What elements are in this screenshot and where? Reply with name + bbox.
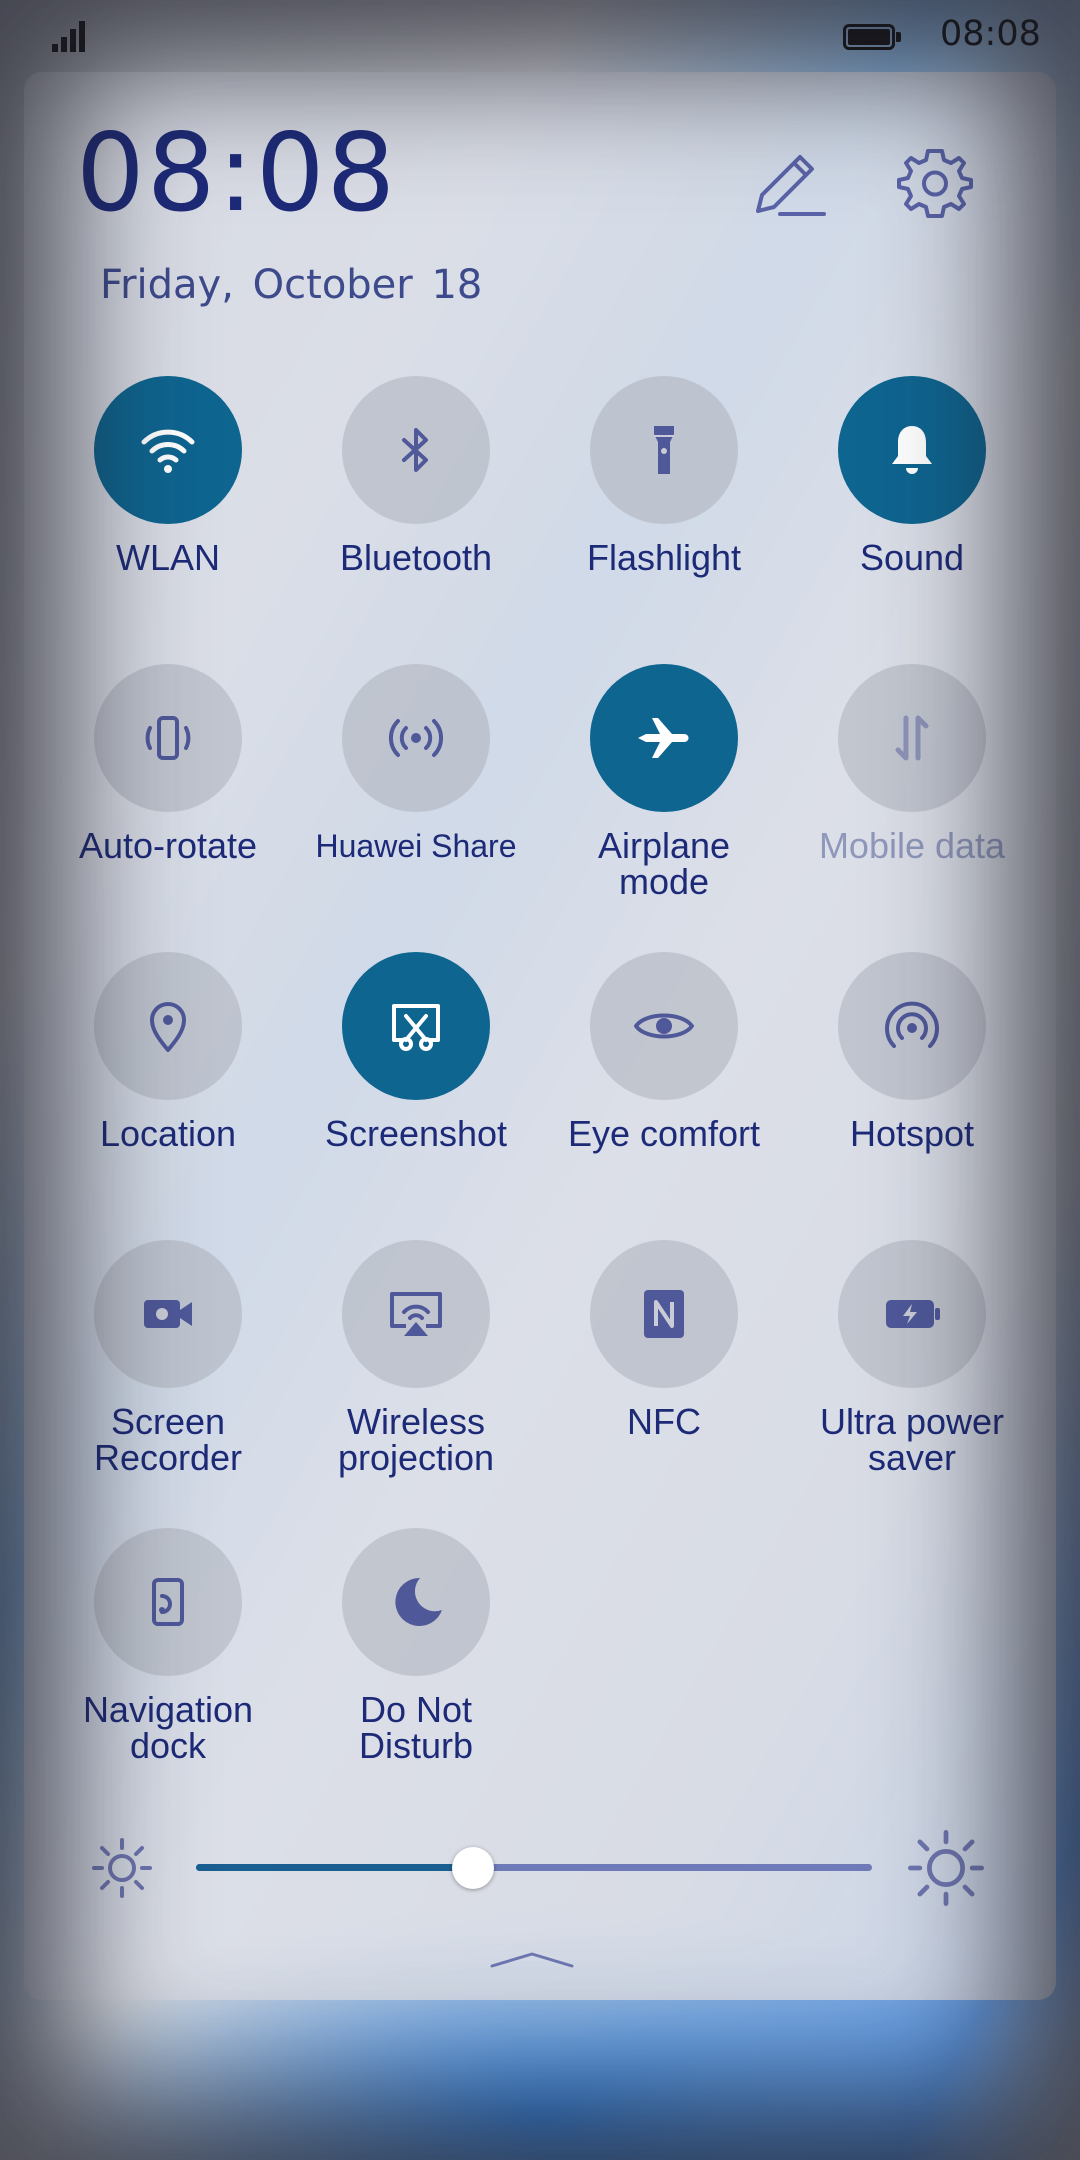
gear-icon: [897, 149, 973, 218]
tile-hotspot-button[interactable]: [838, 952, 986, 1100]
flashlight-icon: [654, 426, 674, 474]
tile-wireless-projection-button[interactable]: [342, 1240, 490, 1388]
projection-icon: [390, 1292, 442, 1336]
mobile-data-icon: [895, 715, 929, 761]
brightness-slider-thumb[interactable]: [452, 1847, 495, 1889]
tile-do-not-disturb[interactable]: Do Not Disturb: [292, 1528, 540, 1798]
tile-screen-recorder-label: Screen Recorder: [93, 1401, 243, 1478]
tile-mobile-data[interactable]: Mobile data: [788, 664, 1036, 934]
tile-nfc-label: NFC: [627, 1401, 701, 1442]
tile-screenshot-button[interactable]: [342, 952, 490, 1100]
screenshot-icon: [392, 1004, 440, 1051]
tile-navigation-dock-button[interactable]: [94, 1528, 242, 1676]
tile-sound-label: Sound: [859, 537, 965, 578]
date: Friday, October 18: [100, 262, 483, 308]
bluetooth-icon: [402, 428, 428, 472]
tile-airplane-mode-button[interactable]: [590, 664, 738, 812]
tile-wlan-button[interactable]: [94, 376, 242, 524]
tile-navigation-dock[interactable]: Navigation dock: [44, 1528, 292, 1798]
tile-huawei-share-button[interactable]: [342, 664, 490, 812]
status-bar: 08:08: [0, 0, 1080, 70]
tile-auto-rotate-label: Auto-rotate: [78, 825, 258, 866]
tile-nfc-button[interactable]: [590, 1240, 738, 1388]
tile-auto-rotate[interactable]: Auto-rotate: [44, 664, 292, 934]
tile-location-button[interactable]: [94, 952, 242, 1100]
tile-auto-rotate-button[interactable]: [94, 664, 242, 812]
battery-bolt-icon: [886, 1300, 940, 1328]
tile-eye-comfort-label: Eye comfort: [567, 1113, 761, 1154]
tile-wlan-label: WLAN: [115, 537, 220, 578]
tile-navigation-dock-label: Navigation dock: [82, 1689, 254, 1766]
tile-screen-recorder[interactable]: Screen Recorder: [44, 1240, 292, 1510]
tile-do-not-disturb-label: Do Not Disturb: [358, 1689, 474, 1766]
sun-large-icon: [908, 1830, 984, 1906]
tile-screenshot-label: Screenshot: [324, 1113, 508, 1154]
tile-bluetooth-label: Bluetooth: [339, 537, 493, 578]
chevron-up-icon[interactable]: [490, 1950, 574, 1970]
signal-icon: [52, 18, 94, 52]
sun-small-icon: [92, 1838, 152, 1898]
tile-do-not-disturb-button[interactable]: [342, 1528, 490, 1676]
tile-bluetooth-button[interactable]: [342, 376, 490, 524]
tile-wlan[interactable]: WLAN: [44, 376, 292, 646]
tile-flashlight[interactable]: Flashlight: [540, 376, 788, 646]
navigation-dock-icon: [152, 1578, 184, 1626]
tile-flashlight-button[interactable]: [590, 376, 738, 524]
settings-button[interactable]: [895, 143, 975, 223]
tile-mobile-data-label: Mobile data: [818, 825, 1006, 866]
tile-wireless-projection[interactable]: Wireless projection: [292, 1240, 540, 1510]
share-icon: [388, 719, 444, 757]
clock: 08:08: [76, 111, 398, 236]
tile-hotspot[interactable]: Hotspot: [788, 952, 1036, 1222]
tile-ultra-power-saver-label: Ultra power saver: [819, 1401, 1005, 1478]
moon-icon: [395, 1577, 442, 1626]
tile-nfc[interactable]: NFC: [540, 1240, 788, 1510]
brightness-slider-fill: [196, 1864, 474, 1871]
rotate-icon: [145, 716, 191, 760]
tile-huawei-share[interactable]: Huawei Share: [292, 664, 540, 934]
tile-location[interactable]: Location: [44, 952, 292, 1222]
nfc-icon: [644, 1290, 684, 1338]
airplane-icon: [638, 718, 689, 758]
tile-airplane-mode[interactable]: Airplane mode: [540, 664, 788, 934]
tile-screenshot[interactable]: Screenshot: [292, 952, 540, 1222]
tile-bluetooth[interactable]: Bluetooth: [292, 376, 540, 646]
tile-location-label: Location: [99, 1113, 237, 1154]
wifi-icon: [141, 429, 195, 473]
tile-flashlight-label: Flashlight: [586, 537, 742, 578]
tile-mobile-data-button[interactable]: [838, 664, 986, 812]
battery-icon: [843, 24, 903, 52]
tile-eye-comfort[interactable]: Eye comfort: [540, 952, 788, 1222]
tile-huawei-share-label: Huawei Share: [315, 828, 517, 864]
tile-ultra-power-saver-button[interactable]: [838, 1240, 986, 1388]
tile-ultra-power-saver[interactable]: Ultra power saver: [788, 1240, 1036, 1510]
tile-eye-comfort-button[interactable]: [590, 952, 738, 1100]
tile-airplane-mode-label: Airplane mode: [597, 825, 731, 902]
tile-screen-recorder-button[interactable]: [94, 1240, 242, 1388]
brightness-slider[interactable]: [196, 1864, 872, 1871]
brightness-control: [90, 1820, 990, 1906]
tile-sound-button[interactable]: [838, 376, 986, 524]
edit-button[interactable]: [750, 145, 830, 225]
eye-icon: [634, 1013, 694, 1039]
tile-sound[interactable]: Sound: [788, 376, 1036, 646]
hotspot-icon: [885, 1001, 939, 1048]
video-camera-icon: [144, 1300, 192, 1328]
status-time: 08:08: [940, 14, 1041, 54]
location-pin-icon: [150, 1002, 186, 1052]
bell-icon: [892, 426, 932, 474]
tile-hotspot-label: Hotspot: [849, 1113, 975, 1154]
pencil-icon: [756, 155, 826, 216]
tile-wireless-projection-label: Wireless projection: [337, 1401, 495, 1478]
